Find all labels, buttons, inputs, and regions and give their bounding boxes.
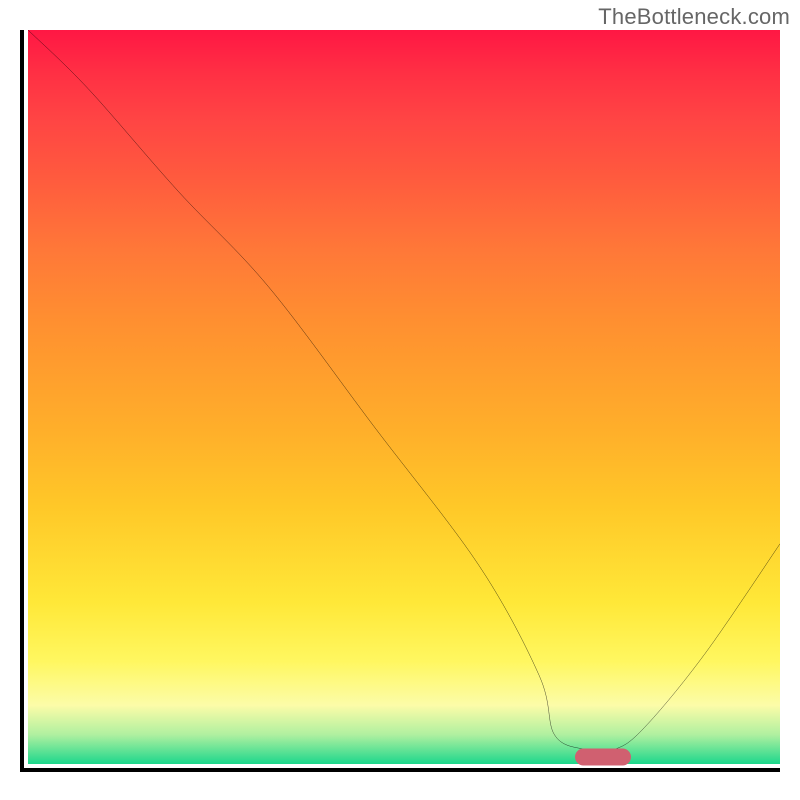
watermark-text: TheBottleneck.com: [598, 4, 790, 30]
plot-frame: [20, 30, 780, 772]
chart-container: TheBottleneck.com: [0, 0, 800, 800]
target-marker: [575, 748, 631, 765]
data-curve: [28, 30, 780, 752]
curve-svg: [28, 30, 780, 764]
